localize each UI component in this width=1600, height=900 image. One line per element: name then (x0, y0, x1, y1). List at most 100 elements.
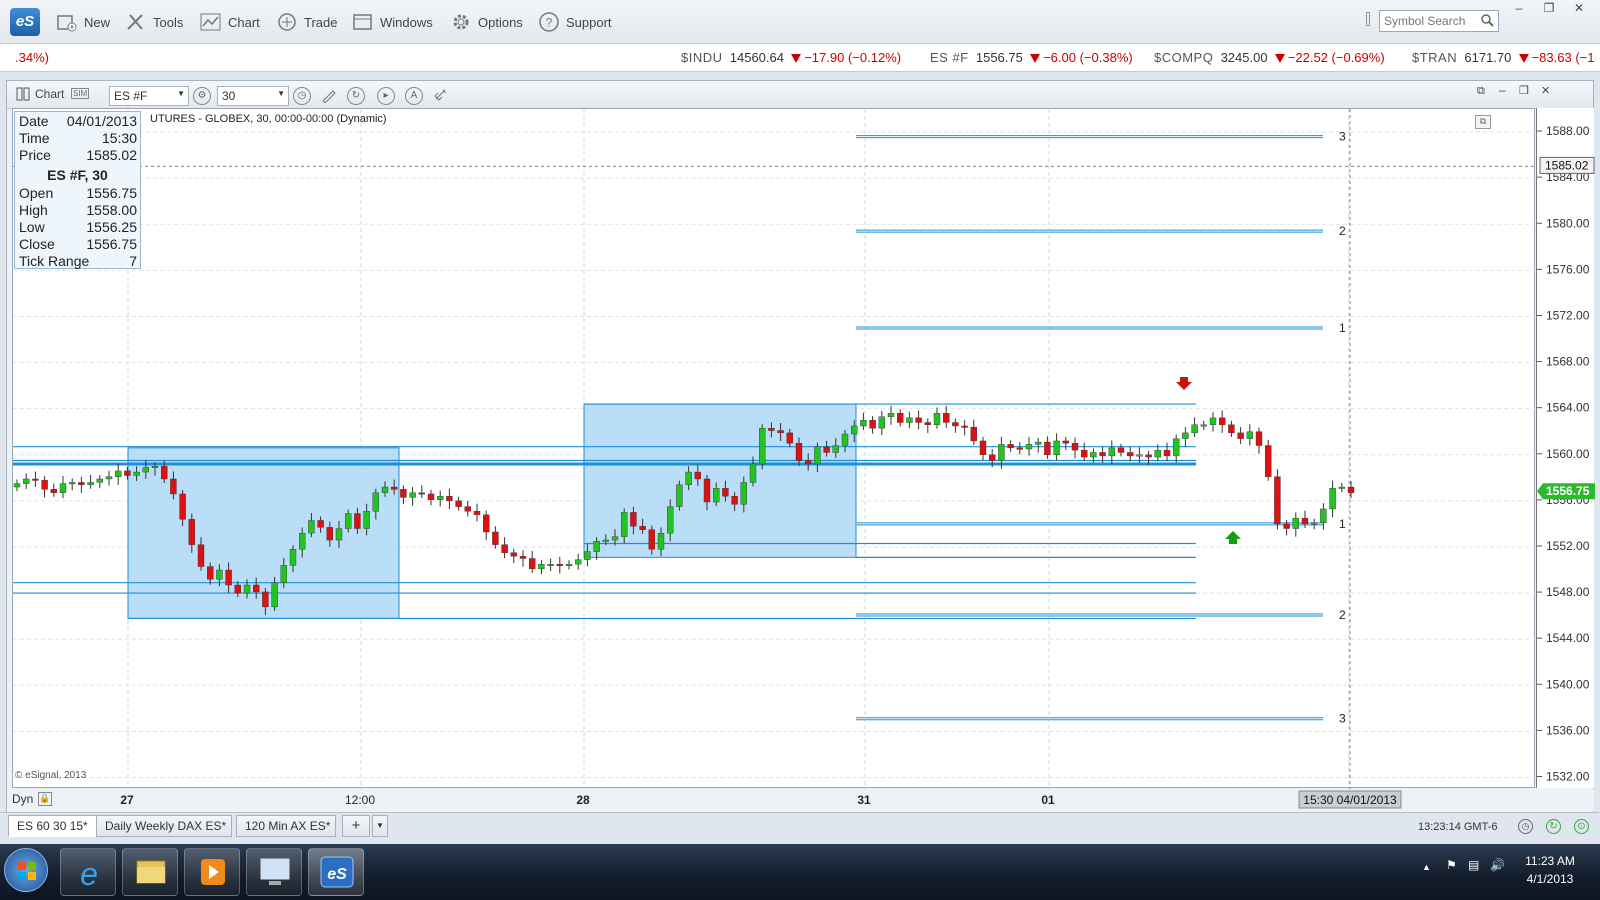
candle-body (280, 565, 287, 583)
info-value: 1558.00 (86, 202, 137, 218)
price-tick-label: 1588.00 (1546, 124, 1590, 138)
down-arrow-icon (1518, 54, 1529, 63)
candle-body (1338, 486, 1346, 489)
menu-trade[interactable]: Trade (276, 10, 337, 34)
search-icon[interactable] (1480, 13, 1494, 30)
ticker-item-compq[interactable]: $COMPQ 3245.00 −22.52 (−0.69%) (1154, 50, 1385, 65)
candle-body (657, 532, 665, 550)
time-axis[interactable]: 27 12:00 28 31 01 15:30 04/01/2013 Dyn 🔒 (12, 789, 1594, 811)
flag-icon[interactable]: ⚑ (1446, 858, 1457, 872)
lock-icon[interactable]: 🔒 (38, 792, 52, 806)
candle-body (151, 466, 159, 468)
candle-body (823, 446, 830, 453)
chart-minimize-button[interactable]: – (1499, 83, 1506, 97)
dyn-label: Dyn (12, 792, 34, 806)
close-app-button[interactable]: ✕ (1566, 2, 1592, 16)
candle-body (1053, 440, 1060, 455)
restore-app-button[interactable]: ❐ (1536, 2, 1562, 16)
taskbar-ie[interactable]: e (60, 848, 116, 896)
candle-body (602, 539, 609, 542)
menu-options[interactable]: Options (450, 10, 523, 34)
splitter-handle[interactable] (1366, 12, 1370, 26)
candle-body (786, 432, 793, 444)
candle-body (1255, 431, 1263, 446)
play-icon[interactable]: ▸ (377, 87, 395, 105)
price-tick-label: 1540.00 (1546, 677, 1590, 691)
candle-body (851, 425, 858, 435)
tab-daily-weekly-dax-es[interactable]: Daily Weekly DAX ES* (96, 815, 232, 837)
chart-plot-area[interactable]: 3 2 1 1 2 3 © eSignal, 2013 UTURES - GLOBEX, … (12, 108, 1536, 789)
chart-close-button[interactable]: ✕ (1541, 84, 1550, 97)
internet-explorer-icon: e (80, 856, 98, 892)
tray-expand-icon[interactable]: ▲ (1422, 862, 1431, 872)
ticker-item-es[interactable]: ES #F 1556.75 −6.00 (−0.38%) (930, 50, 1133, 65)
symbol-settings-icon[interactable]: ⚙ (193, 87, 211, 105)
symbol-combo[interactable]: ES #F ▼ (109, 86, 189, 106)
taskbar-clock[interactable]: 11:23 AM 4/1/2013 (1510, 854, 1590, 886)
add-tab-button[interactable]: + (342, 815, 370, 837)
clock-status-icon[interactable]: ◷ (1518, 819, 1533, 834)
taskbar-esignal[interactable]: eS (308, 848, 364, 896)
candle-body (1071, 443, 1079, 451)
menu-support[interactable]: ? Support (538, 10, 612, 34)
taskbar-remote[interactable] (246, 848, 302, 896)
taskbar-media[interactable] (184, 848, 240, 896)
candle-body (1108, 447, 1116, 457)
candle-body (630, 512, 637, 527)
candle-body (252, 584, 260, 593)
candle-body (1044, 441, 1051, 455)
app-logo[interactable]: eS (10, 8, 40, 36)
clock-icon[interactable]: ◷ (293, 87, 311, 105)
candle-body (133, 471, 140, 476)
candle-body (777, 430, 784, 434)
menu-windows[interactable]: Windows (352, 10, 433, 34)
candle-body (492, 531, 499, 545)
candle-body (961, 425, 968, 428)
menu-new[interactable]: New (56, 10, 110, 34)
layout-icon[interactable] (16, 87, 30, 104)
price-tick-label: 1572.00 (1546, 308, 1590, 322)
ticker-symbol: ES #F (930, 50, 969, 65)
candle-body (142, 467, 150, 473)
minimize-app-button[interactable]: – (1506, 2, 1532, 16)
candle-body (317, 520, 324, 528)
ticker-item-indu[interactable]: $INDU 14560.64 −17.90 (−0.12%) (681, 50, 901, 65)
candle-body (970, 426, 977, 442)
candle-body (363, 511, 370, 529)
start-button[interactable] (4, 848, 48, 892)
interval-combo[interactable]: 30 ▼ (217, 86, 289, 106)
refresh-icon[interactable]: ↻ (347, 87, 365, 105)
chart-restore-button[interactable]: ❐ (1519, 84, 1529, 97)
ticker-item-tran[interactable]: $TRAN 6171.70 −83.63 (−1 (1412, 50, 1594, 65)
taskbar-explorer[interactable] (122, 848, 178, 896)
pencil-icon[interactable] (321, 87, 337, 106)
price-tick-label: 1576.00 (1546, 262, 1590, 276)
plot-expand-button[interactable]: ⧉ (1475, 115, 1491, 129)
alert-icon[interactable]: A (405, 87, 423, 105)
candle-body (1154, 449, 1162, 458)
chart-detach-button[interactable]: ⧉ (1477, 85, 1485, 98)
price-axis[interactable]: 1588.00 1584.00 1580.00 1576.00 1572.00 1568.… (1536, 108, 1595, 788)
network-icon[interactable]: ▤ (1468, 858, 1479, 872)
menu-tools[interactable]: Tools (125, 10, 183, 34)
price-tick-label: 1568.00 (1546, 355, 1590, 369)
tab-es-60-30-15[interactable]: ES 60 30 15* (8, 815, 97, 837)
windows-taskbar: e eS ▲ ⚑ ▤ 🔊 11:23 AM 4/1/2013 (0, 844, 1600, 900)
refresh-status-icon[interactable]: ↻ (1546, 819, 1561, 834)
menu-chart[interactable]: Chart (200, 10, 260, 34)
candle-body (243, 584, 251, 594)
tab-menu-chevron-icon[interactable]: ▼ (372, 815, 388, 837)
candlestick-chart[interactable]: 3 2 1 1 2 3 (13, 109, 1536, 789)
info-value: 1585.02 (86, 147, 137, 163)
candle-body (124, 470, 131, 476)
info-label: Open (19, 185, 54, 201)
candle-body (759, 428, 766, 465)
link-icon[interactable] (433, 87, 449, 106)
connection-status-icon[interactable]: ⊙ (1574, 819, 1589, 834)
candle-body (1301, 517, 1309, 525)
tab-120-min-ax-es[interactable]: 120 Min AX ES* (236, 815, 336, 837)
interval-value: 30 (222, 89, 236, 103)
volume-icon[interactable]: 🔊 (1490, 858, 1505, 872)
new-chart-icon (56, 11, 78, 33)
ticker-value: 6171.70 (1464, 50, 1512, 65)
